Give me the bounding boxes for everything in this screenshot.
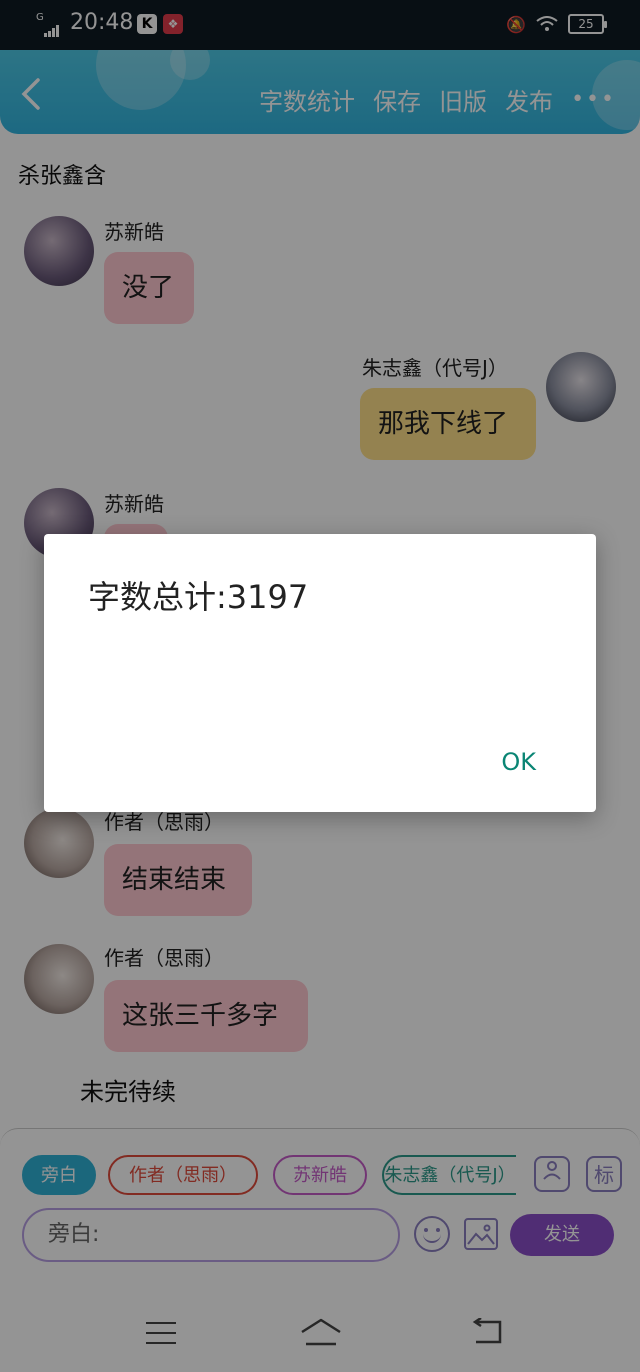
dialog-message: 字数总计:3197 — [88, 578, 309, 616]
word-count-dialog: 字数总计:3197 OK — [44, 534, 596, 812]
ok-button[interactable]: OK — [501, 748, 536, 776]
